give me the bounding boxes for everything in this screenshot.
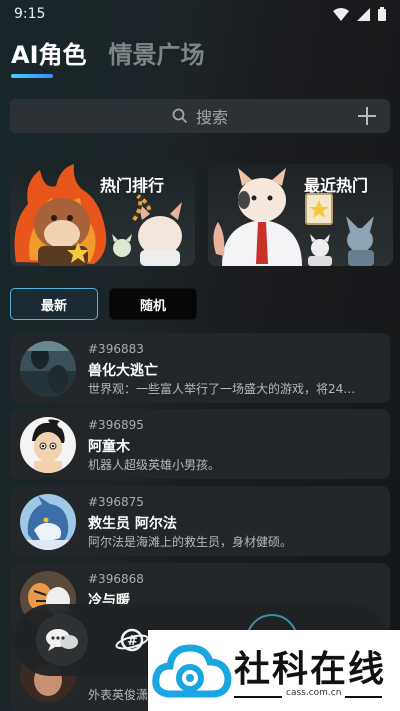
avatar-image <box>20 494 76 550</box>
character-avatar <box>20 417 76 473</box>
active-tab-indicator <box>11 74 53 78</box>
character-description: 世界观：一些富人举行了一场盛大的游戏，将24… <box>88 382 356 396</box>
status-icons <box>333 7 386 21</box>
character-id: #396895 <box>88 418 144 432</box>
search-input[interactable]: 搜索 <box>172 104 228 128</box>
watermark-url: cass.com.cn <box>282 688 346 698</box>
svg-text:#: # <box>127 634 138 649</box>
character-card[interactable]: #396875 救生员 阿尔法 阿尔法是海滩上的救生员，身材健硕。 <box>10 486 390 556</box>
search-icon <box>172 108 188 124</box>
signal-icon <box>357 7 370 21</box>
avatar-image <box>20 341 76 397</box>
recent-hot-label: 最近热门 <box>304 176 369 195</box>
tab-scenario-square-label: 情景广场 <box>108 41 205 69</box>
hot-ranking-label: 热门排行 <box>100 176 165 195</box>
cloud-logo-icon <box>152 644 232 698</box>
character-id: #396868 <box>88 572 144 586</box>
planet-hash-icon: # <box>115 628 149 652</box>
nav-chat-button[interactable] <box>36 614 88 666</box>
character-avatar <box>20 494 76 550</box>
header-tabs: AI角色 情景广场 <box>11 38 205 78</box>
watermark-title: 社科在线 <box>234 649 387 690</box>
status-bar: 9:15 <box>0 0 400 28</box>
battery-icon <box>378 7 386 21</box>
search-bar[interactable]: 搜索 <box>10 99 390 133</box>
watermark-logo: 社科在线 cass.com.cn <box>148 630 400 711</box>
plus-icon <box>358 107 376 125</box>
filter-latest-chip[interactable]: 最新 <box>10 288 98 320</box>
chat-bubbles-icon <box>46 629 78 651</box>
character-avatar <box>20 341 76 397</box>
hot-ranking-banner[interactable]: 热门排行 <box>10 164 195 266</box>
character-description: 阿尔法是海滩上的救生员，身材健硕。 <box>88 535 293 549</box>
filter-row: 最新 随机 <box>10 288 197 320</box>
character-card[interactable]: #396883 兽化大逃亡 世界观：一些富人举行了一场盛大的游戏，将24… <box>10 333 390 403</box>
character-id: #396875 <box>88 495 144 509</box>
tab-ai-characters[interactable]: AI角色 <box>11 35 87 78</box>
search-placeholder: 搜索 <box>195 108 228 127</box>
status-time: 9:15 <box>14 6 46 22</box>
character-name: 兽化大逃亡 <box>88 363 158 379</box>
recent-hot-banner[interactable]: 最近热门 <box>208 164 393 266</box>
filter-random-chip[interactable]: 随机 <box>109 288 197 320</box>
avatar-image <box>20 417 76 473</box>
character-card[interactable]: #396895 阿童木 机器人超级英雄小男孩。 <box>10 409 390 479</box>
add-character-button[interactable] <box>354 103 380 129</box>
tab-ai-characters-label: AI角色 <box>11 41 87 69</box>
tab-scenario-square[interactable]: 情景广场 <box>109 35 205 78</box>
character-name: 救生员 阿尔法 <box>88 516 177 532</box>
character-id: #396883 <box>88 342 144 356</box>
character-description: 机器人超级英雄小男孩。 <box>88 458 221 472</box>
character-name: 阿童木 <box>88 439 130 455</box>
wifi-icon <box>333 7 349 21</box>
